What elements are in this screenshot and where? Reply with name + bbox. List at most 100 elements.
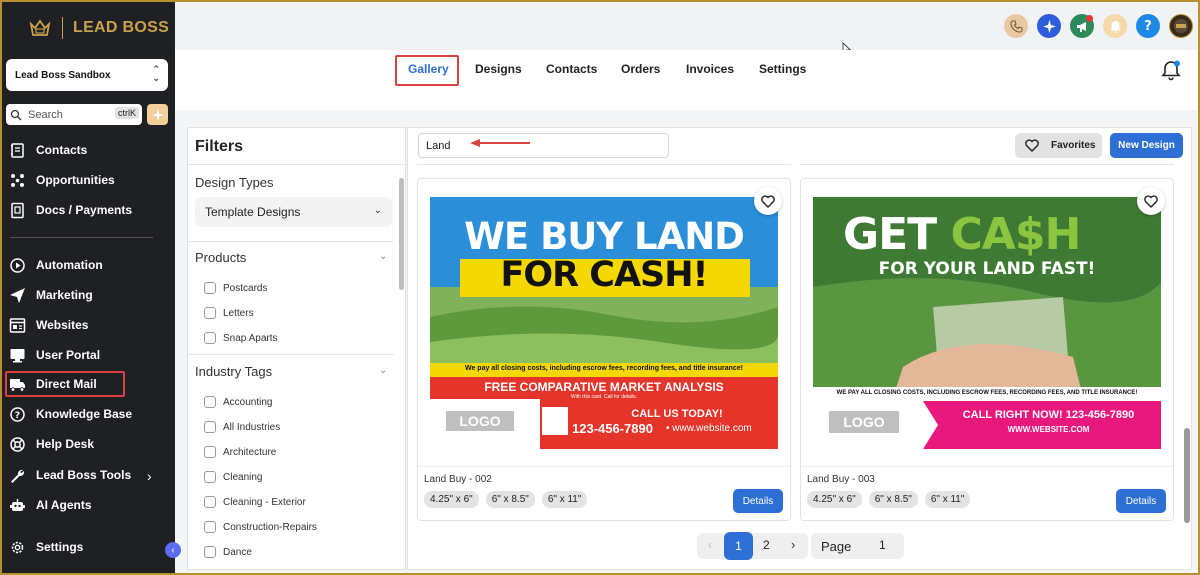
chevron-down-icon: ⌄	[373, 205, 382, 216]
checkbox[interactable]	[204, 446, 216, 458]
filter-checkbox-construction-repairs[interactable]: Construction-Repairs	[204, 521, 317, 533]
checkbox[interactable]	[204, 471, 216, 483]
tab-designs[interactable]: Designs	[475, 62, 522, 76]
page-button-1[interactable]: 1	[724, 532, 753, 560]
tab-settings[interactable]: Settings	[759, 62, 806, 76]
checkbox[interactable]	[204, 282, 216, 294]
filters-scrollbar[interactable]	[399, 178, 404, 290]
art-disclaimer: We pay all closing costs, including escr…	[464, 365, 743, 372]
gallery-scrollbar[interactable]	[1184, 428, 1190, 523]
art-headline-2: FOR YOUR LAND FAST!	[878, 259, 1096, 279]
sidebar-item-user-portal[interactable]: User Portal	[9, 344, 100, 366]
announcements-button[interactable]	[1070, 14, 1094, 38]
previous-page-button[interactable]: ‹	[708, 538, 712, 552]
page-number-input[interactable]: 1	[879, 538, 886, 552]
size-chip[interactable]: 6" x 8.5"	[485, 491, 535, 508]
sidebar-item-lead-boss-tools[interactable]: Lead Boss Tools	[9, 464, 131, 486]
tab-contacts[interactable]: Contacts	[546, 62, 597, 76]
search-shortcut: ctrlK	[115, 107, 139, 119]
tab-invoices[interactable]: Invoices	[686, 62, 734, 76]
sidebar-item-marketing[interactable]: Marketing	[9, 284, 93, 306]
size-chip[interactable]: 4.25" x 6"	[424, 491, 479, 508]
checkbox[interactable]	[204, 496, 216, 508]
ai-spark-button[interactable]	[147, 104, 168, 125]
sidebar-item-label: Contacts	[36, 143, 88, 157]
phone-button[interactable]	[1004, 14, 1028, 38]
checkbox[interactable]	[204, 332, 216, 344]
filter-checkbox-letters[interactable]: Letters	[204, 307, 254, 319]
sidebar-settings-label: Settings	[36, 540, 84, 554]
bell-icon[interactable]	[1160, 59, 1182, 81]
size-chip[interactable]: 6" x 8.5"	[868, 491, 918, 508]
collapse-sidebar-button[interactable]: ‹	[165, 542, 181, 558]
checkbox-label: Construction-Repairs	[223, 521, 317, 533]
brand-logo[interactable]: LEAD BOSS	[28, 16, 169, 40]
industry-tags-label[interactable]: Industry Tags	[195, 364, 272, 379]
ai-assistant-button[interactable]	[1037, 14, 1061, 38]
sidebar-item-automation[interactable]: Automation	[9, 254, 103, 276]
size-chip[interactable]: 4.25" x 6"	[807, 491, 862, 508]
details-button[interactable]: Details	[733, 489, 783, 513]
sidebar-item-knowledge-base[interactable]: ? Knowledge Base	[9, 403, 132, 425]
size-chip[interactable]: 6" x 11"	[541, 491, 588, 508]
page-button-2[interactable]: 2	[763, 538, 770, 552]
next-page-button[interactable]: ›	[791, 537, 795, 552]
size-chip[interactable]: 6" x 11"	[924, 491, 971, 508]
filter-checkbox-postcards[interactable]: Postcards	[204, 282, 267, 294]
art-web: • www.website.com	[666, 423, 752, 434]
checkbox-label: Snap Aparts	[223, 332, 278, 344]
tab-orders[interactable]: Orders	[621, 62, 660, 76]
page-label: Page	[821, 539, 852, 554]
divider	[188, 241, 394, 242]
sidebar-item-label: Lead Boss Tools	[36, 468, 132, 482]
checkbox[interactable]	[204, 307, 216, 319]
chevron-right-icon[interactable]: ›	[147, 468, 152, 484]
filter-checkbox-dance[interactable]: Dance	[204, 546, 252, 558]
sidebar-divider	[10, 237, 153, 238]
crown-icon	[29, 19, 51, 36]
sidebar-item-docs-payments[interactable]: Docs / Payments	[9, 199, 132, 221]
sidebar-item-direct-mail[interactable]: Direct Mail	[9, 373, 97, 395]
account-switcher[interactable]: Lead Boss Sandbox ⌃ ⌄	[6, 59, 168, 91]
sidebar-item-websites[interactable]: Websites	[9, 314, 88, 336]
megaphone-icon	[1076, 21, 1086, 32]
sidebar-item-ai-agents[interactable]: AI Agents	[9, 494, 92, 516]
new-design-button[interactable]: New Design	[1110, 133, 1183, 158]
filter-checkbox-cleaning-exterior[interactable]: Cleaning - Exterior	[204, 496, 306, 508]
tab-gallery[interactable]: Gallery	[408, 62, 449, 76]
filter-checkbox-snap-aparts[interactable]: Snap Aparts	[204, 332, 277, 344]
filter-checkbox-cleaning[interactable]: Cleaning	[204, 471, 262, 483]
card-title: Land Buy - 002	[424, 474, 492, 485]
checkbox[interactable]	[204, 421, 216, 433]
details-button[interactable]: Details	[1116, 489, 1166, 513]
checkbox[interactable]	[204, 521, 216, 533]
favorite-toggle[interactable]	[754, 187, 782, 215]
products-label[interactable]: Products	[195, 250, 246, 265]
sidebar-item-contacts[interactable]: Contacts	[9, 139, 87, 161]
help-button[interactable]: ?	[1136, 14, 1160, 38]
gallery-search-input[interactable]: Land	[418, 133, 669, 158]
notifications-button[interactable]	[1103, 14, 1127, 38]
user-avatar[interactable]	[1169, 14, 1193, 38]
favorites-button[interactable]: Favorites	[1015, 133, 1102, 158]
checkbox[interactable]	[204, 396, 216, 408]
notification-dot	[1086, 15, 1093, 22]
sidebar: LEAD BOSS Lead Boss Sandbox ⌃ ⌄ Search ct…	[0, 0, 181, 575]
filter-checkbox-all-industries[interactable]: All Industries	[204, 421, 280, 433]
chevron-down-icon[interactable]: ⌄	[379, 365, 387, 376]
design-card[interactable]: WE BUY LAND FOR CASH! We pay all closing…	[417, 178, 791, 521]
sidebar-search[interactable]: Search ctrlK	[6, 104, 142, 125]
sidebar-item-opportunities[interactable]: Opportunities	[9, 169, 115, 191]
chevron-down-icon[interactable]: ⌄	[379, 251, 387, 262]
sidebar-item-settings[interactable]: Settings	[9, 536, 83, 558]
page-jump[interactable]: Page 1	[811, 533, 904, 559]
design-types-select[interactable]: Template Designs ⌄	[195, 197, 392, 227]
filter-checkbox-accounting[interactable]: Accounting	[204, 396, 272, 408]
sidebar-item-help-desk[interactable]: Help Desk	[9, 433, 94, 455]
art-fine: With this card. Call for details.	[570, 394, 638, 400]
filter-checkbox-architecture[interactable]: Architecture	[204, 446, 276, 458]
favorite-toggle[interactable]	[1137, 187, 1165, 215]
art-offer: FREE COMPARATIVE MARKET ANALYSIS	[484, 380, 724, 394]
checkbox[interactable]	[204, 546, 216, 558]
design-card[interactable]: GET CA$H FOR YOUR LAND FAST! WE PAY ALL …	[800, 178, 1174, 521]
